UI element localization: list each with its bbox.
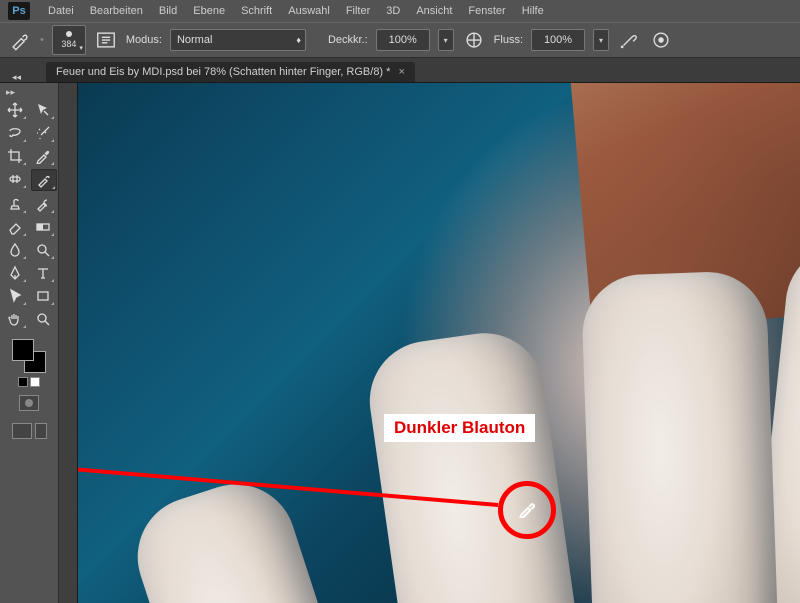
brush-preset-picker[interactable]: 384 ▾	[52, 25, 86, 55]
menu-3d[interactable]: 3D	[378, 2, 408, 20]
opacity-dropdown[interactable]: ▾	[438, 29, 454, 51]
gradient-tool[interactable]	[31, 217, 55, 237]
document-tab[interactable]: Feuer und Eis by MDI.psd bei 78% (Schatt…	[46, 62, 415, 82]
screen-mode-button[interactable]	[12, 423, 32, 439]
menu-filter[interactable]: Filter	[338, 2, 378, 20]
flow-dropdown[interactable]: ▾	[593, 29, 609, 51]
crop-tool[interactable]	[3, 146, 27, 166]
foreground-color[interactable]	[12, 339, 34, 361]
pen-tool[interactable]	[3, 263, 27, 283]
quick-mask-toggle[interactable]	[19, 395, 39, 411]
side-gutter	[59, 83, 78, 603]
menu-datei[interactable]: Datei	[40, 2, 82, 20]
type-tool[interactable]	[31, 263, 55, 283]
canvas-image	[78, 83, 800, 603]
brush-panel-toggle[interactable]	[94, 28, 118, 52]
eyedropper-tool[interactable]	[31, 146, 55, 166]
close-tab-icon[interactable]: ×	[398, 66, 404, 78]
active-tool-icon[interactable]	[8, 28, 32, 52]
screen-mode-arrow[interactable]	[35, 423, 47, 439]
size-pressure-toggle[interactable]	[649, 28, 673, 52]
default-colors[interactable]	[18, 377, 40, 387]
collapse-optionbar[interactable]: ◂◂	[12, 72, 22, 82]
opacity-pressure-toggle[interactable]	[462, 28, 486, 52]
airbrush-toggle[interactable]	[617, 28, 641, 52]
brush-size-value: 384	[61, 39, 76, 49]
document-title: Feuer und Eis by MDI.psd bei 78% (Schatt…	[56, 66, 390, 78]
mode-label: Modus:	[126, 34, 162, 46]
menubar: Ps Datei Bearbeiten Bild Ebene Schrift A…	[0, 0, 800, 22]
hand-tool[interactable]	[3, 309, 27, 329]
blend-mode-select[interactable]: Normal♦	[170, 29, 306, 51]
blur-tool[interactable]	[3, 240, 27, 260]
opacity-label: Deckkr.:	[328, 34, 368, 46]
healing-brush-tool[interactable]	[3, 169, 27, 189]
annotation-circle	[498, 481, 556, 539]
app-logo[interactable]: Ps	[8, 2, 30, 20]
path-select-tool[interactable]	[3, 286, 27, 306]
move-tool[interactable]	[3, 100, 27, 120]
toolbox: ▸▸	[0, 83, 59, 603]
menu-ansicht[interactable]: Ansicht	[408, 2, 460, 20]
optionbar: • 384 ▾ Modus: Normal♦ Deckkr.: 100% ▾ F…	[0, 22, 800, 58]
canvas[interactable]: Dunkler Blauton	[78, 83, 800, 603]
document-tabstrip: ◂◂ Feuer und Eis by MDI.psd bei 78% (Sch…	[0, 58, 800, 83]
menu-auswahl[interactable]: Auswahl	[280, 2, 338, 20]
color-swatches[interactable]	[12, 339, 46, 373]
flow-label: Fluss:	[494, 34, 523, 46]
menu-schrift[interactable]: Schrift	[233, 2, 280, 20]
history-brush-tool[interactable]	[31, 194, 55, 214]
menu-hilfe[interactable]: Hilfe	[514, 2, 552, 20]
flow-field[interactable]: 100%	[531, 29, 585, 51]
menu-ebene[interactable]: Ebene	[185, 2, 233, 20]
arrow-move-tool[interactable]	[31, 100, 55, 120]
annotation-label: Dunkler Blauton	[384, 414, 535, 442]
rectangle-tool[interactable]	[31, 286, 55, 306]
menu-bild[interactable]: Bild	[151, 2, 185, 20]
eraser-tool[interactable]	[3, 217, 27, 237]
opacity-field[interactable]: 100%	[376, 29, 430, 51]
dodge-tool[interactable]	[31, 240, 55, 260]
menu-fenster[interactable]: Fenster	[460, 2, 513, 20]
clone-stamp-tool[interactable]	[3, 194, 27, 214]
magic-wand-tool[interactable]	[31, 123, 55, 143]
menu-bearbeiten[interactable]: Bearbeiten	[82, 2, 151, 20]
brush-tool[interactable]	[31, 169, 57, 191]
zoom-tool[interactable]	[31, 309, 55, 329]
eyedropper-icon	[518, 500, 536, 521]
lasso-tool[interactable]	[3, 123, 27, 143]
collapse-toolbox[interactable]: ▸▸	[6, 87, 15, 98]
